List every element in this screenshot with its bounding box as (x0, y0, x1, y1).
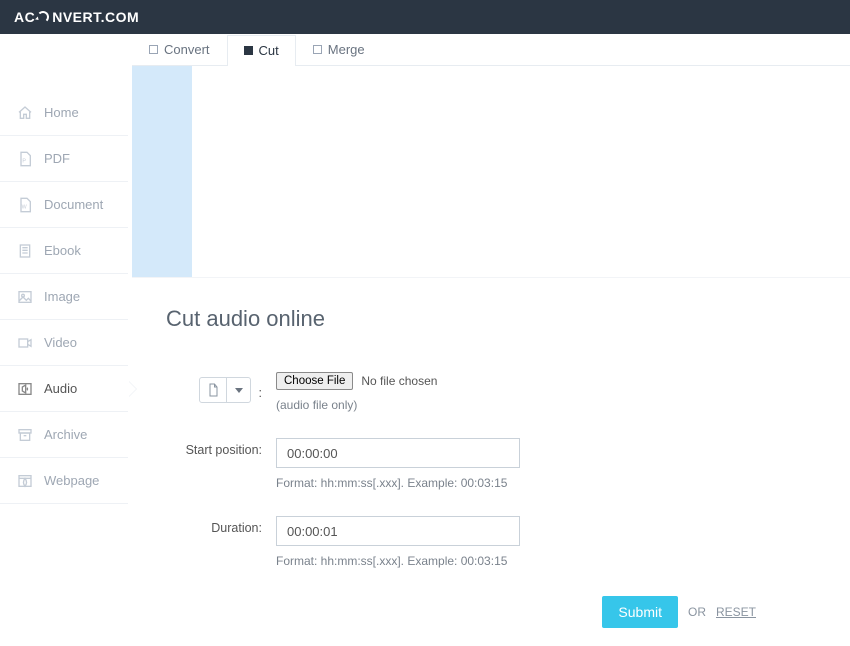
svg-text:P: P (22, 158, 26, 164)
site-logo[interactable]: AC NVERT.COM (14, 9, 139, 25)
home-icon (14, 105, 36, 121)
file-icon (200, 383, 226, 397)
ad-region (132, 66, 850, 279)
sidebar-item-document[interactable]: W Document (0, 182, 128, 228)
row-duration: Duration: Format: hh:mm:ss[.xxx]. Exampl… (166, 516, 816, 568)
square-icon (313, 45, 322, 54)
tab-label: Cut (259, 43, 279, 58)
start-label: Start position: (166, 438, 276, 490)
ad-right-space (192, 66, 850, 278)
sidebar-item-pdf[interactable]: P PDF (0, 136, 128, 182)
actions-row: Submit OR RESET (166, 584, 816, 628)
tab-cut[interactable]: Cut (227, 35, 296, 66)
file-source-dropdown[interactable] (226, 378, 250, 402)
duration-label: Duration: (166, 516, 276, 568)
logo-text-post: NVERT.COM (52, 9, 139, 25)
header: AC NVERT.COM (0, 0, 850, 34)
sidebar: Home P PDF W Document Ebook Image (0, 34, 128, 646)
sidebar-item-video[interactable]: Video (0, 320, 128, 366)
start-format-hint: Format: hh:mm:ss[.xxx]. Example: 00:03:1… (276, 476, 696, 490)
sidebar-item-label: Document (44, 197, 103, 212)
tab-convert[interactable]: Convert (132, 34, 227, 65)
sidebar-item-label: Video (44, 335, 77, 350)
sidebar-item-label: Ebook (44, 243, 81, 258)
content: Cut audio online : Choose File No file c… (132, 278, 850, 646)
file-source-selector[interactable] (199, 377, 251, 403)
square-icon (149, 45, 158, 54)
sidebar-item-label: Home (44, 105, 79, 120)
sidebar-item-archive[interactable]: Archive (0, 412, 128, 458)
main: Convert Cut Merge Cut audio online (128, 34, 850, 646)
page-title: Cut audio online (166, 306, 816, 332)
video-icon (14, 335, 36, 351)
tab-label: Merge (328, 42, 365, 57)
sidebar-item-image[interactable]: Image (0, 274, 128, 320)
choose-file-button[interactable]: Choose File (276, 372, 353, 390)
reset-link[interactable]: RESET (716, 605, 756, 619)
tab-label: Convert (164, 42, 210, 57)
tab-merge[interactable]: Merge (296, 34, 382, 65)
file-label-cell: : (166, 372, 276, 412)
duration-input[interactable] (276, 516, 520, 546)
or-text: OR (688, 605, 706, 619)
sidebar-item-label: Webpage (44, 473, 99, 488)
ebook-icon (14, 243, 36, 259)
row-file: : Choose File No file chosen (audio file… (166, 372, 816, 412)
sidebar-item-ebook[interactable]: Ebook (0, 228, 128, 274)
duration-format-hint: Format: hh:mm:ss[.xxx]. Example: 00:03:1… (276, 554, 696, 568)
refresh-icon (36, 10, 50, 24)
start-position-input[interactable] (276, 438, 520, 468)
svg-text:W: W (22, 204, 28, 210)
image-icon (14, 289, 36, 305)
submit-button[interactable]: Submit (602, 596, 678, 628)
sidebar-item-label: Image (44, 289, 80, 304)
row-start: Start position: Format: hh:mm:ss[.xxx]. … (166, 438, 816, 490)
logo-text-pre: AC (14, 9, 35, 25)
document-icon: W (14, 197, 36, 213)
sidebar-item-label: Archive (44, 427, 87, 442)
pdf-icon: P (14, 151, 36, 167)
square-icon (244, 46, 253, 55)
file-hint: (audio file only) (276, 398, 696, 412)
audio-icon (14, 381, 36, 397)
archive-icon (14, 427, 36, 443)
sidebar-item-audio[interactable]: Audio (0, 366, 128, 412)
sidebar-item-home[interactable]: Home (0, 90, 128, 136)
tab-row: Convert Cut Merge (132, 34, 850, 66)
chevron-down-icon (235, 388, 243, 393)
webpage-icon (14, 473, 36, 489)
ad-left-strip (132, 66, 192, 278)
sidebar-item-label: PDF (44, 151, 70, 166)
sidebar-item-label: Audio (44, 381, 77, 396)
sidebar-item-webpage[interactable]: Webpage (0, 458, 128, 504)
no-file-text: No file chosen (361, 374, 437, 388)
